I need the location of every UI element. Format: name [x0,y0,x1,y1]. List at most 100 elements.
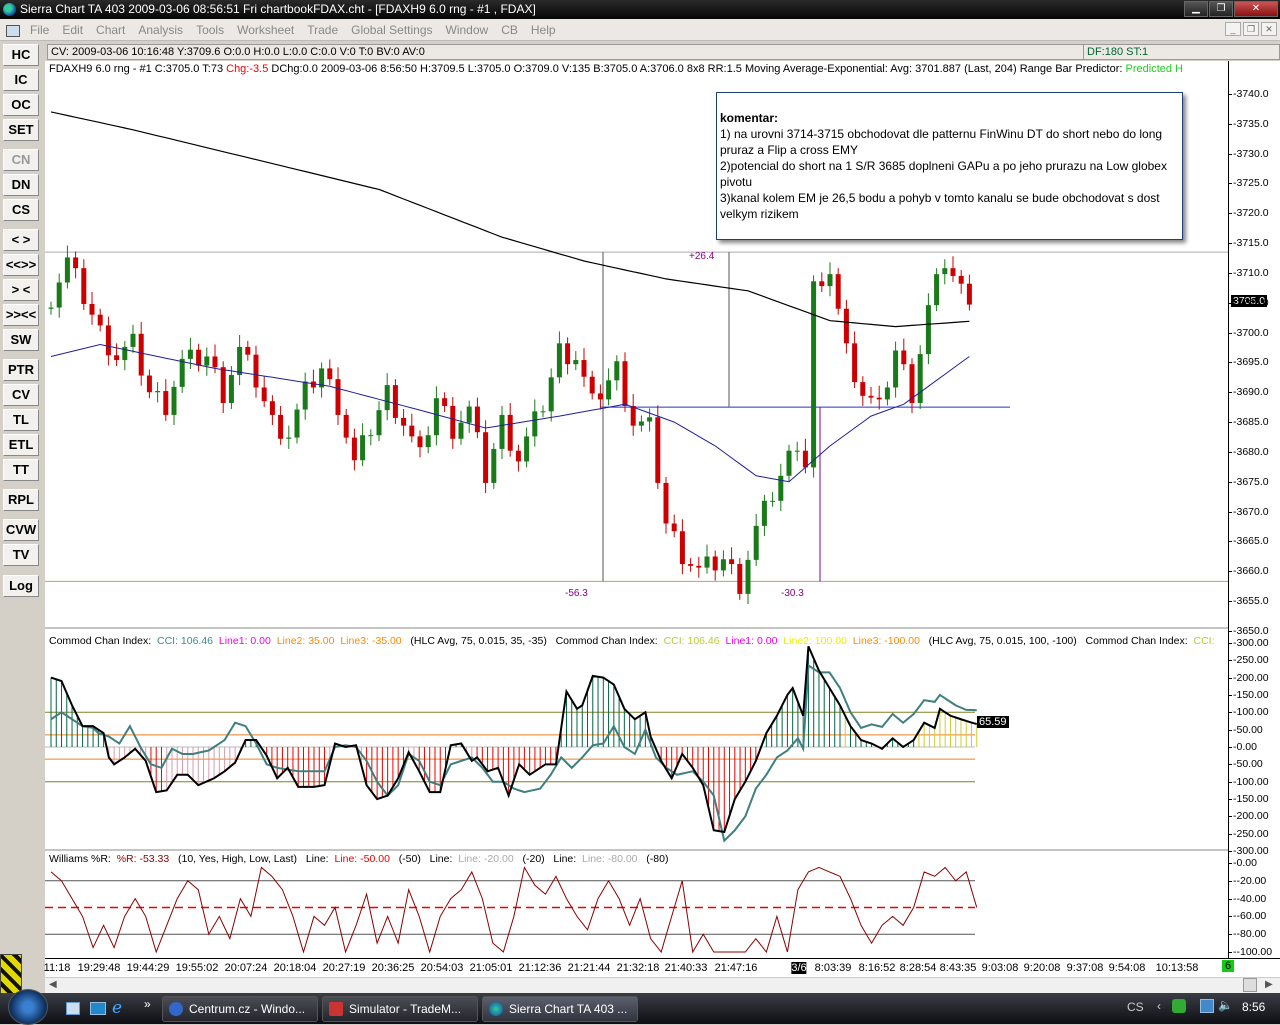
scroll-right-arrow-icon[interactable]: ▶ [1265,979,1273,990]
chart-header: FDAXH9 6.0 rng - #1 C:3705.0 T:73 Chg:-3… [45,61,1228,78]
toolbar-button-15[interactable]: ETL [3,434,39,456]
scroll-left-arrow-icon[interactable]: ◀ [49,979,57,990]
toolbar-button-18[interactable]: CVW [3,519,39,541]
toolbar-button-19[interactable]: TV [3,544,39,566]
comment-line-3: 3)kanal kolem EM je 26,5 bodu a pohyb v … [720,191,1160,221]
toolbar-button-9[interactable]: > < [3,279,39,301]
toolbar-button-10[interactable]: >><< [3,304,39,326]
menu-worksheet[interactable]: Worksheet [237,23,294,37]
toolbar-button-8[interactable]: <<>> [3,254,39,276]
menu-tools[interactable]: Tools [196,23,224,37]
menu-help[interactable]: Help [531,23,556,37]
time-label: 8:43:35 [939,962,977,974]
candle-body [442,398,448,406]
ie-quicklaunch-icon[interactable]: e [112,998,122,1018]
clock[interactable]: 8:56 [1242,1000,1265,1014]
wr-line-label: Line: [305,853,329,865]
toolbar-button-14[interactable]: TL [3,409,39,431]
menu-trade[interactable]: Trade [307,23,338,37]
toolbar-button-7[interactable]: < > [3,229,39,251]
menu-cb[interactable]: CB [501,23,518,37]
candle-body [720,559,726,571]
show-desktop-icon[interactable] [66,1002,80,1015]
corner-badge: 6 [1222,960,1235,972]
candle-body [606,380,612,400]
time-axis[interactable]: 6 11:18 19:29:48 19:44:29 19:55:02 20:07:24 2… [44,958,1280,977]
close-button[interactable]: ✕ [1234,1,1278,17]
candle-body [89,303,95,315]
quicklaunch-more[interactable]: » [144,997,151,1011]
minimize-button[interactable]: ▁ [1184,1,1208,17]
task-simulator[interactable]: Simulator - TradeM... [322,996,478,1022]
volume-icon[interactable]: 🔈 [1218,998,1233,1012]
start-button[interactable] [8,989,48,1025]
time-label: 21:40:33 [664,962,708,974]
mdi-minimize-button[interactable]: _ [1225,22,1241,36]
tray-expand-icon[interactable]: ‹ [1157,999,1161,1013]
candle-body [696,565,702,568]
network-icon[interactable] [1200,999,1214,1013]
scroll-thumb[interactable] [1243,978,1257,992]
toolbar-button-17[interactable]: RPL [3,489,39,511]
toolbar-button-3[interactable]: SET [3,119,39,141]
candle-body [548,377,554,412]
task-sierra-chart[interactable]: Sierra Chart TA 403 ... [482,996,638,1022]
window-title: Sierra Chart TA 403 2009-03-06 08:56:51 … [20,2,536,16]
cci-last-value: 65.59 [977,716,1009,728]
mdi-restore-button[interactable]: ❐ [1243,22,1259,36]
cci-tick: -100.00 [1229,775,1269,788]
price-tick: -3670.0 [1229,505,1269,518]
candle-body [852,343,858,383]
candle-body [417,436,423,448]
candle-body [458,422,464,439]
toolbar-button-11[interactable]: SW [3,329,39,351]
menu-global-settings[interactable]: Global Settings [351,23,432,37]
candle-body [360,435,366,461]
toolbar-button-6[interactable]: CS [3,199,39,221]
switch-windows-icon[interactable] [90,1002,106,1015]
wr-value: %R: -53.33 [116,853,170,865]
toolbar-button-0[interactable]: HC [3,44,39,66]
toolbar-button-5[interactable]: DN [3,174,39,196]
horizontal-scrollbar[interactable]: ◀ ▶ [45,977,1280,993]
candle-body [483,432,489,483]
toolbar-button-1[interactable]: IC [3,69,39,91]
menu-file[interactable]: File [30,23,49,37]
chart-window-icon[interactable] [6,24,20,37]
task-centrum[interactable]: Centrum.cz - Windo... [162,996,318,1022]
menu-analysis[interactable]: Analysis [138,23,183,37]
candle-body [401,417,407,426]
maximize-button[interactable]: ❐ [1209,1,1233,17]
candle-body [425,435,431,448]
cci-tick: -150.00 [1229,793,1269,806]
candle-body [97,314,103,326]
candle-body [655,417,661,483]
candle-body [819,281,825,287]
cci2-name: Commod Chan Index: [555,635,658,647]
toolbar-button-13[interactable]: CV [3,384,39,406]
menu-bar: File Edit Chart Analysis Tools Worksheet Trade… [0,19,1280,41]
toolbar-button-2[interactable]: OC [3,94,39,116]
toolbar-button-4[interactable]: CN [3,149,39,171]
toolbar-button-20[interactable]: Log [3,575,39,597]
tray-app-icon[interactable] [1172,999,1186,1013]
value-axis[interactable]: 3705.0 -3740.0 -3735.0 -3730.0 -3725.0 -3720… [1228,61,1280,958]
toolbar-button-16[interactable]: TT [3,459,39,481]
price-tick: -3700.0 [1229,326,1269,339]
menu-chart[interactable]: Chart [96,23,125,37]
price-tick: -3680.0 [1229,445,1269,458]
menu-edit[interactable]: Edit [62,23,83,37]
comment-box[interactable]: komentar: 1) na urovni 3714-3715 obchodo… [716,92,1183,240]
language-indicator[interactable]: CS [1127,1000,1144,1014]
toolbar-button-12[interactable]: PTR [3,359,39,381]
mdi-close-button[interactable]: ✕ [1261,22,1277,36]
menu-window[interactable]: Window [446,23,489,37]
left-toolbar: HC IC OC SET CN DN CS < > <<>> > < >><< SW PTR CV TL ET… [0,44,44,994]
candle-body [310,381,316,388]
candle-body [499,414,505,449]
candle-body [179,358,185,387]
wr-params: (10, Yes, High, Low, Last) [177,853,298,865]
candle-body [934,274,940,306]
candle-body [884,387,890,400]
time-label: 20:07:24 [224,962,268,974]
